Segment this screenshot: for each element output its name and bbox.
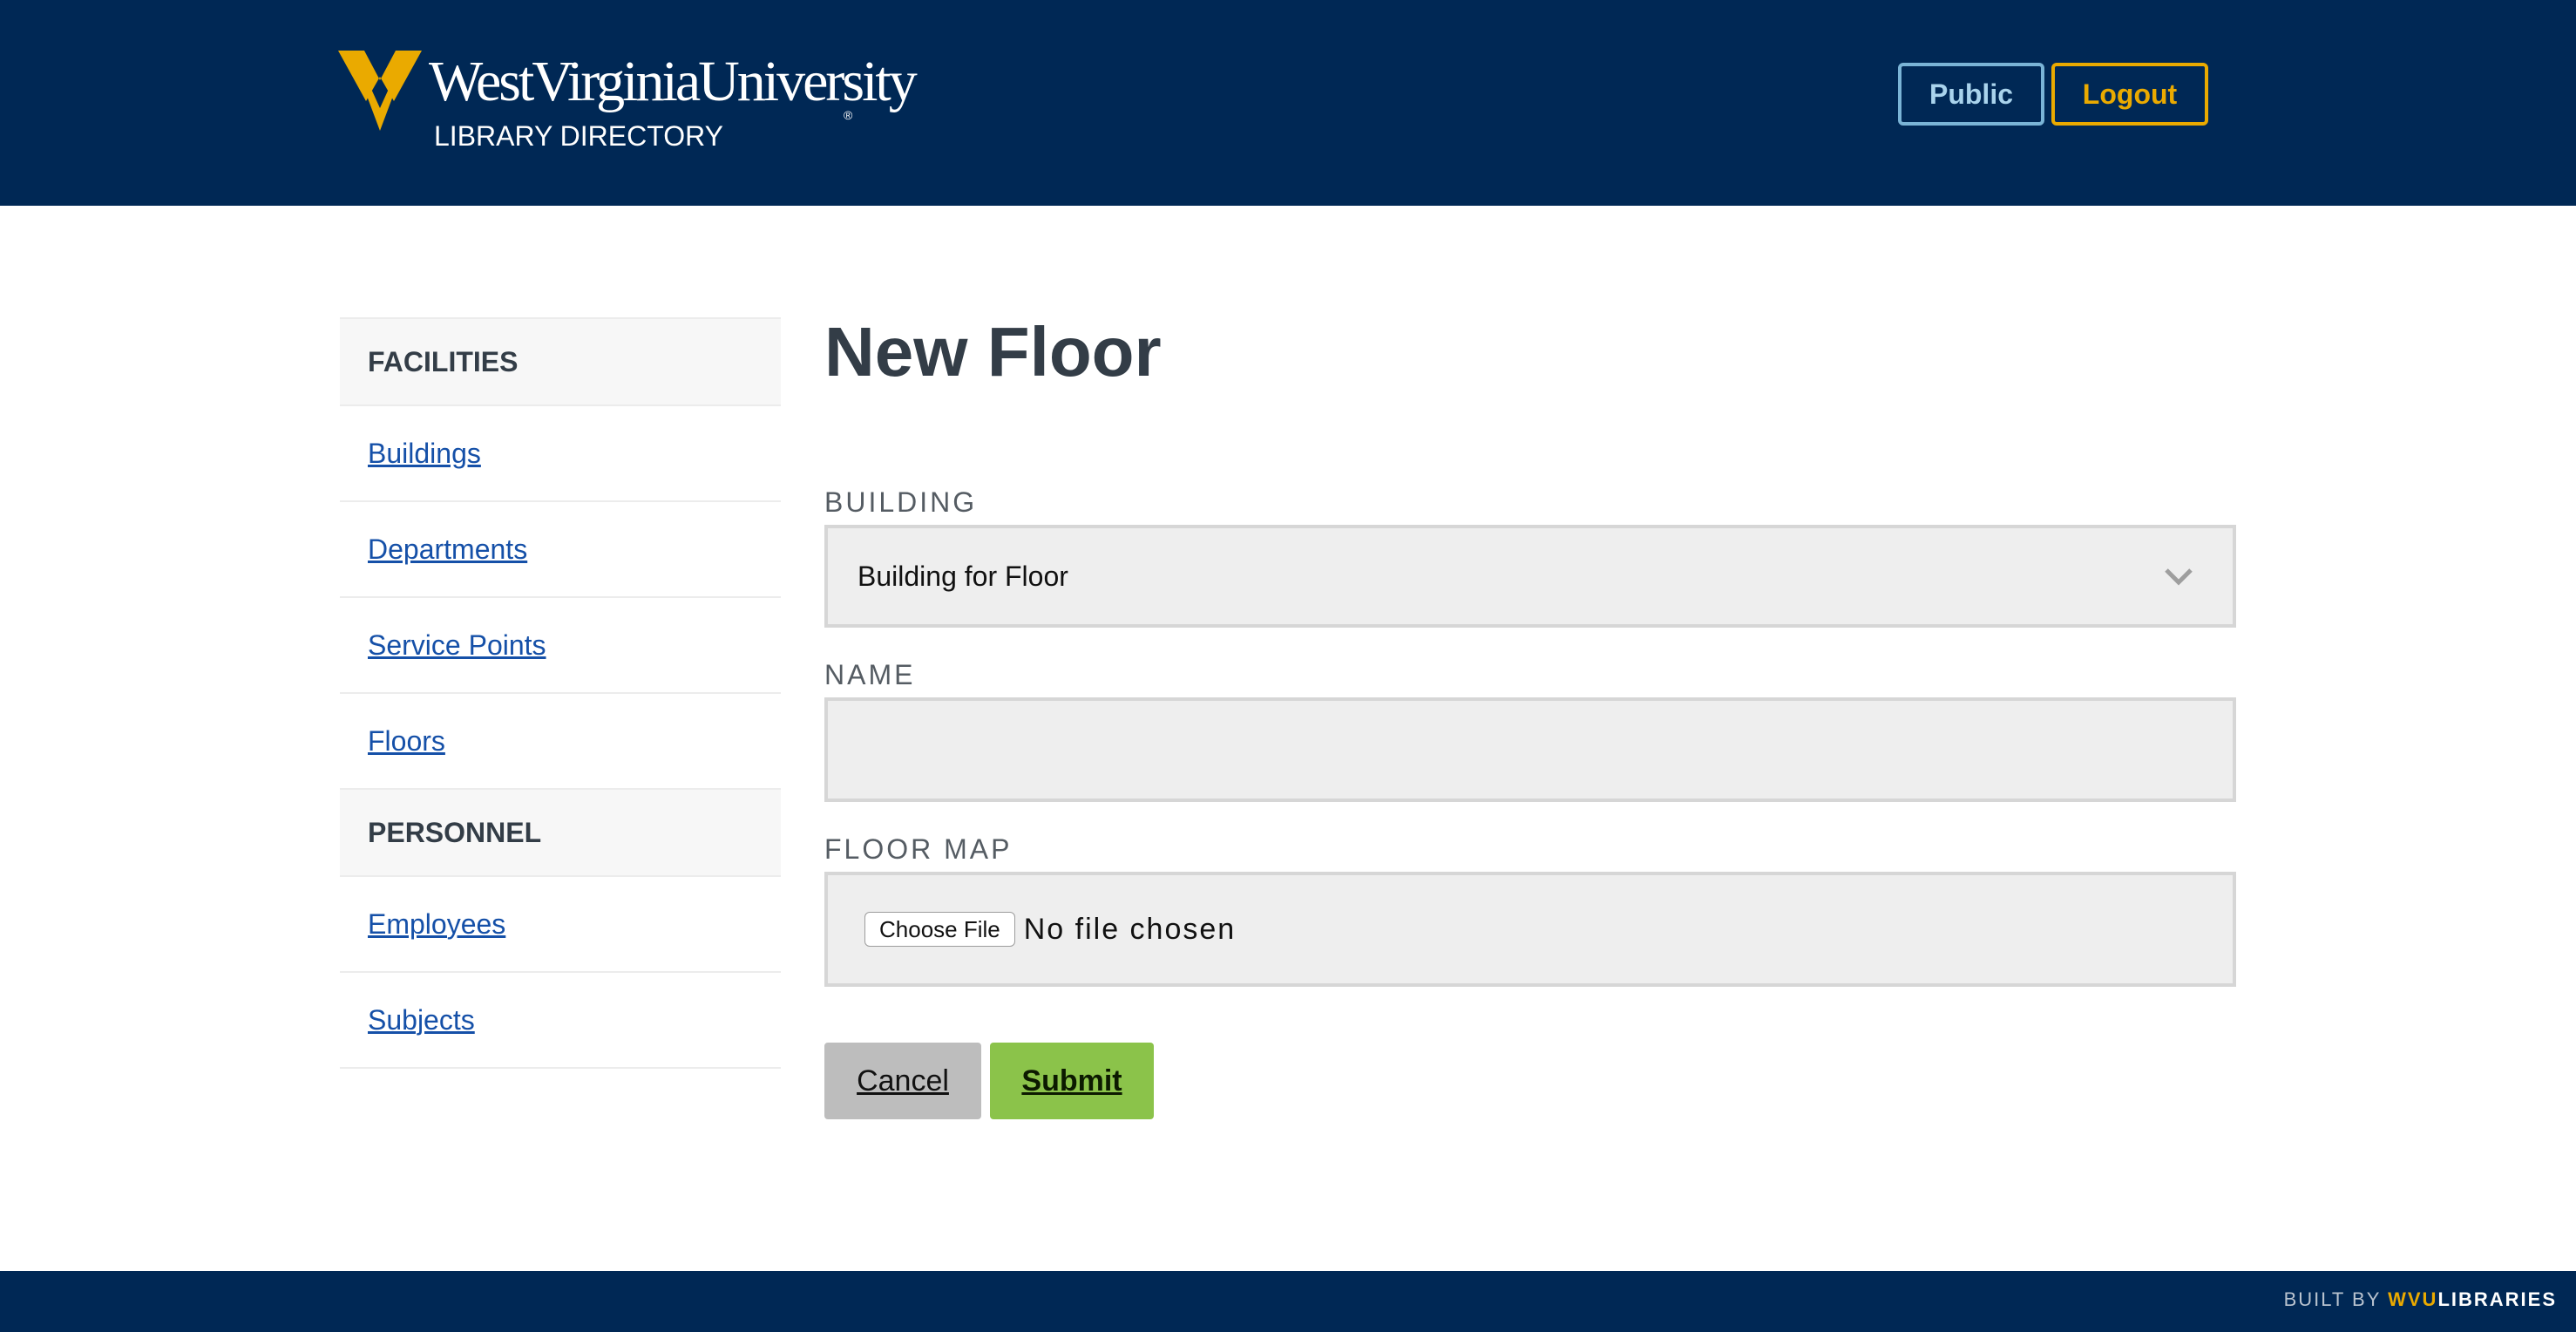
footer-brand-wvu: WVU: [2388, 1288, 2438, 1310]
footer-brand-libraries: LIBRARIES: [2437, 1288, 2557, 1310]
logout-button[interactable]: Logout: [2051, 63, 2208, 126]
chevron-down-icon: [2165, 568, 2193, 586]
sidebar-item-employees: Employees: [340, 877, 781, 973]
submit-button[interactable]: Submit: [990, 1043, 1154, 1119]
public-button[interactable]: Public: [1898, 63, 2044, 126]
sidebar-heading-personnel: PERSONNEL: [340, 790, 781, 877]
file-status-text: No file chosen: [1023, 912, 1237, 946]
site-header: WestVirginiaUniversity ® LIBRARY DIRECTO…: [0, 0, 2576, 206]
cancel-button[interactable]: Cancel: [824, 1043, 981, 1119]
employees-link[interactable]: Employees: [368, 908, 505, 941]
floor-map-file-input: Choose File No file chosen: [824, 872, 2236, 987]
wvu-logo[interactable]: WestVirginiaUniversity ® LIBRARY DIRECTO…: [338, 49, 918, 162]
building-select-value: Building for Floor: [858, 560, 1068, 592]
sidebar-item-service-points: Service Points: [340, 598, 781, 694]
buildings-link[interactable]: Buildings: [368, 438, 481, 470]
sidebar-item-buildings: Buildings: [340, 406, 781, 502]
logo-wordmark: WestVirginiaUniversity: [429, 50, 918, 113]
built-by-credit[interactable]: BUILT BY WVULIBRARIES: [2284, 1288, 2557, 1311]
building-select[interactable]: Building for Floor: [824, 525, 2236, 628]
sidebar-nav: FACILITIES Buildings Departments Service…: [340, 317, 781, 1069]
name-label: NAME: [824, 659, 916, 690]
logo-subtitle: LIBRARY DIRECTORY: [434, 120, 723, 152]
sidebar-item-departments: Departments: [340, 502, 781, 598]
sidebar-item-subjects: Subjects: [340, 973, 781, 1069]
sidebar-heading-facilities: FACILITIES: [340, 319, 781, 406]
service-points-link[interactable]: Service Points: [368, 629, 546, 662]
floor-map-label: FLOOR MAP: [824, 833, 1013, 865]
sidebar-item-floors: Floors: [340, 694, 781, 790]
flying-wv-icon: [338, 51, 422, 131]
name-input[interactable]: [824, 697, 2236, 802]
floors-link[interactable]: Floors: [368, 725, 445, 758]
page-title: New Floor: [824, 313, 1162, 391]
built-by-text: BUILT BY: [2283, 1288, 2389, 1310]
departments-link[interactable]: Departments: [368, 533, 527, 566]
registered-mark: ®: [844, 108, 853, 122]
subjects-link[interactable]: Subjects: [368, 1004, 475, 1036]
site-footer: BUILT BY WVULIBRARIES: [0, 1271, 2576, 1332]
building-label: BUILDING: [824, 486, 978, 518]
choose-file-button[interactable]: Choose File: [864, 912, 1015, 947]
